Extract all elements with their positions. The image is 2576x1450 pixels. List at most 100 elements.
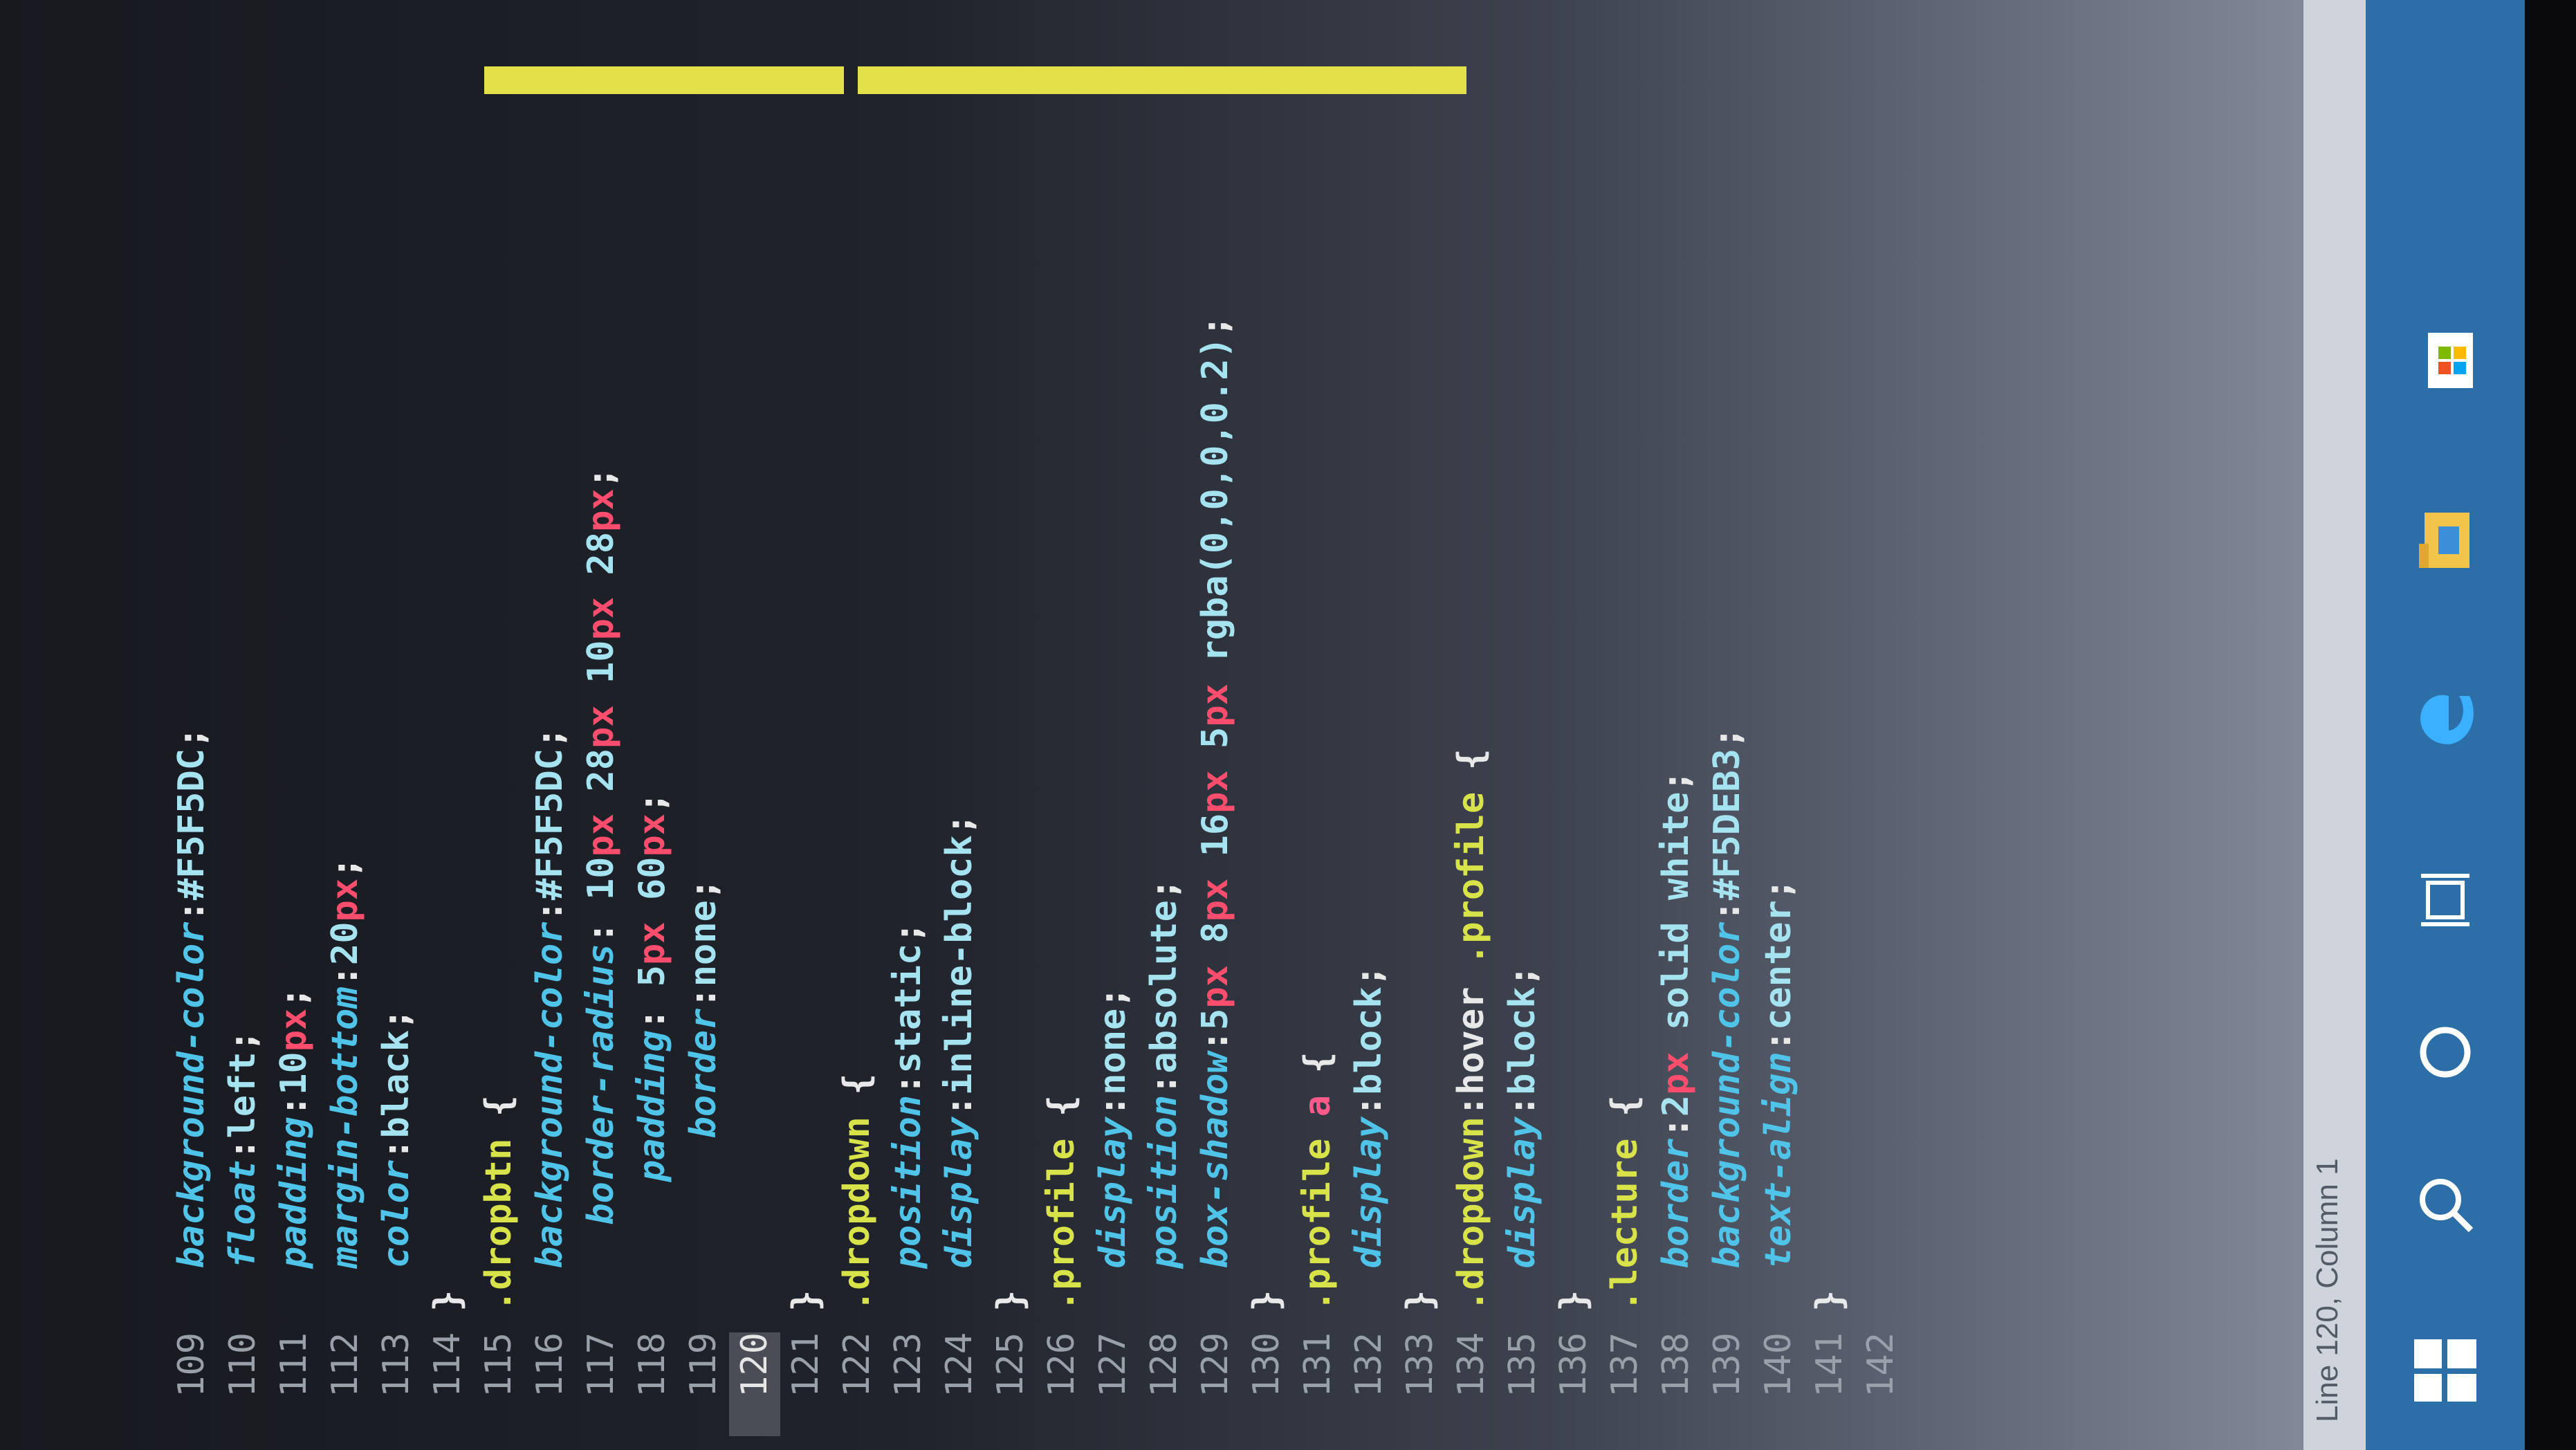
code-token: .profile (1297, 1117, 1338, 1312)
scroll-indicator-bar-lower (858, 66, 1466, 94)
code-text: border:none; (678, 879, 729, 1312)
code-line[interactable]: 129 box-shadow:5px 8px 16px 5px rgba(0,0… (1190, 0, 1241, 1450)
code-line[interactable]: 118 padding: 5px 60px; (627, 0, 678, 1450)
code-token: 28 (580, 748, 622, 814)
code-line[interactable]: 127 display:none; (1087, 0, 1139, 1450)
code-token: box-shadow (1195, 1052, 1236, 1269)
code-token: position (1143, 1094, 1185, 1269)
code-text: } (1241, 1290, 1292, 1312)
file-explorer-icon[interactable] (2407, 502, 2483, 578)
code-text: .lecture { (1599, 1095, 1650, 1312)
code-line[interactable]: 132 display:block; (1343, 0, 1395, 1450)
code-token: block (1348, 986, 1390, 1095)
code-line[interactable]: 142 (1855, 0, 1906, 1450)
code-editor[interactable]: 109 background-color:#F5F5DC; 110 float:l… (0, 0, 2303, 1450)
line-number: 121 (785, 1332, 827, 1397)
task-view-icon[interactable] (2407, 862, 2483, 938)
code-line[interactable]: 136} (1548, 0, 1599, 1450)
code-line[interactable]: 135 display:block; (1497, 0, 1548, 1450)
code-line[interactable]: 124 display:inline-block; (934, 0, 985, 1450)
code-text: background-color:#F5F5DC; (524, 727, 576, 1312)
code-token: margin-bottom (324, 986, 366, 1269)
code-token: ; (1706, 726, 1748, 749)
code-token: none (683, 900, 724, 987)
code-token: color (376, 1159, 417, 1269)
code-line[interactable]: 134 .dropdown:hover .profile { (1446, 0, 1497, 1450)
windows-start-icon[interactable] (2407, 1332, 2483, 1408)
code-line[interactable]: 138 border:2px solid white; (1650, 0, 1702, 1450)
code-line[interactable]: 123 position:static; (883, 0, 934, 1450)
code-line[interactable]: 133} (1395, 0, 1446, 1450)
code-token: } (785, 1290, 827, 1312)
code-token: background-color (1706, 921, 1748, 1269)
code-line[interactable]: 111 padding:10px; (268, 0, 320, 1450)
code-line[interactable]: 117 border-radius: 10px 28px 10px 28px; (576, 0, 627, 1450)
code-line[interactable]: 112 margin-bottom:20px; (320, 0, 371, 1450)
line-number: 135 (1502, 1332, 1543, 1397)
code-line[interactable]: 122 .dropdown { (831, 0, 883, 1450)
code-token: 20 (324, 921, 366, 966)
code-line[interactable]: 109 background-color:#F5F5DC; (166, 0, 217, 1450)
code-token: } (427, 1290, 468, 1312)
code-line[interactable]: 130} (1241, 0, 1292, 1450)
code-line[interactable]: 115 .dropbtn { (473, 0, 524, 1450)
edge-icon[interactable] (2407, 682, 2483, 758)
code-line[interactable]: 113 color:black; (371, 0, 422, 1450)
code-token: : (529, 900, 571, 922)
search-icon[interactable] (2407, 1166, 2483, 1242)
code-line[interactable]: 114} (422, 0, 473, 1450)
code-token: static (887, 943, 929, 1074)
code-token: background-color (171, 921, 212, 1269)
line-number: 116 (529, 1332, 571, 1397)
code-token: #F5DEB3 (1706, 749, 1748, 901)
code-line[interactable]: 139 background-color:#F5DEB3; (1702, 0, 1753, 1450)
code-line[interactable]: 116 background-color:#F5F5DC; (524, 0, 576, 1450)
code-line[interactable]: 131 .profile a { (1292, 0, 1343, 1450)
code-text: display:none; (1087, 986, 1139, 1312)
code-line[interactable]: 121} (780, 0, 831, 1450)
line-number: 139 (1706, 1332, 1748, 1397)
code-token: .dropdown (1451, 1117, 1492, 1312)
code-line[interactable]: 120 (729, 0, 780, 1450)
windows-taskbar (2366, 0, 2525, 1450)
code-token: inline-block (939, 835, 980, 1095)
line-number: 113 (376, 1332, 417, 1397)
line-number: 109 (171, 1332, 212, 1397)
code-token: ; (1758, 878, 1799, 901)
code-line[interactable]: 126 .profile { (1036, 0, 1087, 1450)
code-line[interactable]: 110 float:left; (217, 0, 268, 1450)
code-token: : (1758, 1029, 1799, 1052)
code-token: absolute (1143, 900, 1185, 1074)
code-token: 28 (580, 531, 622, 597)
line-number: 114 (427, 1332, 468, 1397)
code-token: 5 (1195, 1008, 1236, 1030)
code-text: position:absolute; (1139, 879, 1190, 1312)
code-text: } (422, 1290, 473, 1312)
code-token: position (887, 1094, 929, 1269)
code-line[interactable]: 137 .lecture { (1599, 0, 1650, 1450)
line-number: 110 (222, 1332, 264, 1397)
code-token: .lecture (1604, 1138, 1646, 1312)
line-number: 124 (939, 1332, 980, 1397)
code-text: display:block; (1343, 965, 1395, 1312)
code-line[interactable]: 141} (1804, 0, 1855, 1450)
code-line[interactable]: 128 position:absolute; (1139, 0, 1190, 1450)
store-icon[interactable] (2407, 322, 2483, 398)
code-token: ; (683, 878, 724, 901)
line-number: 136 (1553, 1332, 1594, 1397)
code-line[interactable]: 140 text-align:center; (1753, 0, 1804, 1450)
line-number: 134 (1451, 1332, 1492, 1397)
code-line[interactable]: 125} (985, 0, 1036, 1450)
line-number: 117 (580, 1332, 622, 1397)
code-token: border (1655, 1138, 1697, 1269)
code-line[interactable]: 119 border:none; (678, 0, 729, 1450)
cortana-icon[interactable] (2407, 1014, 2483, 1090)
code-token: ; (1502, 965, 1543, 987)
code-token: padding (273, 1117, 315, 1269)
code-token: ; (324, 856, 366, 879)
